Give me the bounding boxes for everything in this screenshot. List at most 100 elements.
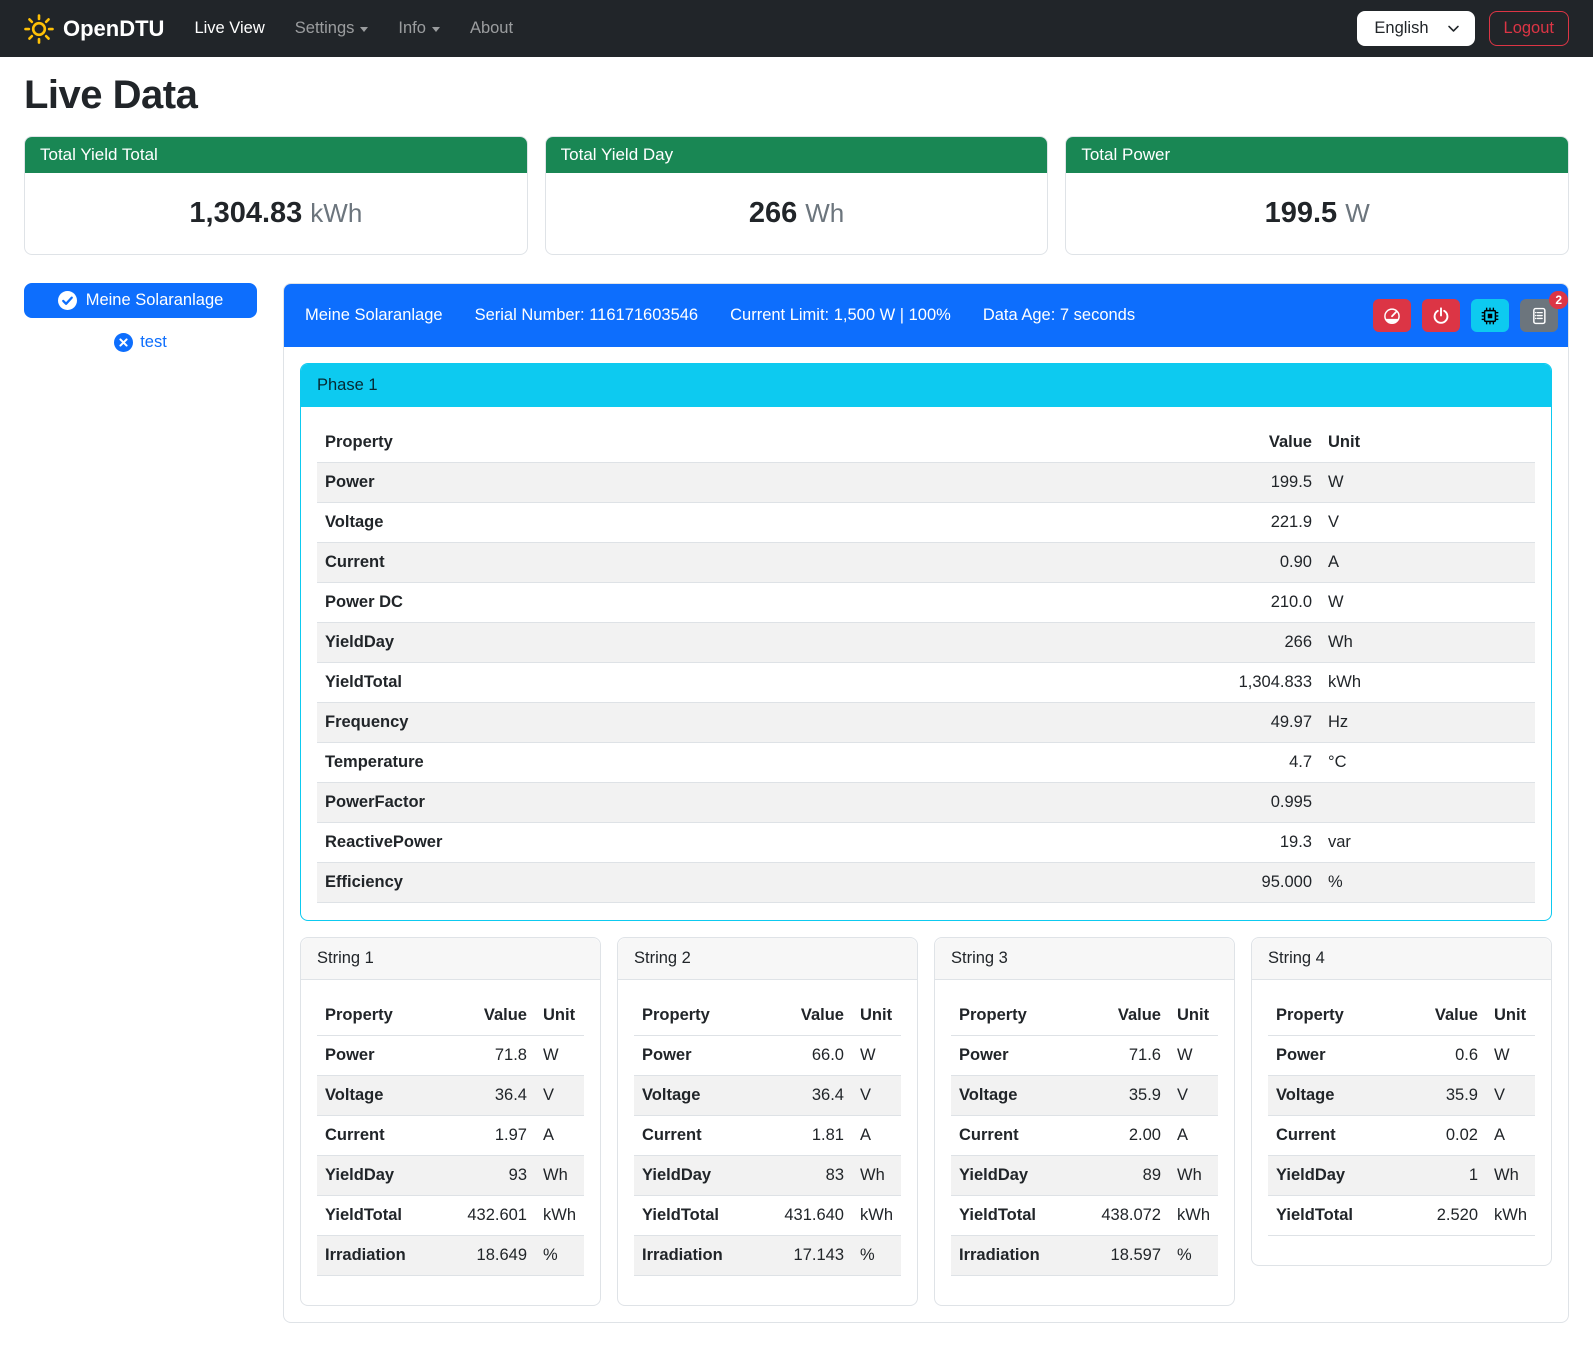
property-cell: YieldDay — [317, 1156, 447, 1196]
table-row: Power DC210.0W — [317, 583, 1535, 623]
brand[interactable]: OpenDTU — [24, 14, 164, 44]
limit-settings-button[interactable] — [1373, 299, 1411, 332]
value-cell: 18.597 — [1081, 1236, 1169, 1276]
table-row: Voltage35.9V — [951, 1076, 1218, 1116]
table-row: PowerFactor0.995 — [317, 783, 1535, 823]
table-row: Voltage36.4V — [317, 1076, 584, 1116]
value-cell: 49.97 — [1225, 703, 1320, 743]
nav-item-info[interactable]: Info — [398, 19, 440, 38]
value-cell: 199.5 — [1225, 463, 1320, 503]
table-row: Irradiation18.597% — [951, 1236, 1218, 1276]
unit-cell: % — [852, 1236, 901, 1276]
nav-item-about[interactable]: About — [470, 19, 513, 38]
nav-item-settings[interactable]: Settings — [295, 19, 369, 38]
value-cell: 0.6 — [1398, 1036, 1486, 1076]
unit-cell: Wh — [535, 1156, 584, 1196]
table-row: Power0.6W — [1268, 1036, 1535, 1076]
nav-links: Live View Settings Info About — [194, 19, 513, 38]
unit-cell: W — [1169, 1036, 1218, 1076]
property-cell: Power DC — [317, 583, 1225, 623]
table-row: Frequency49.97Hz — [317, 703, 1535, 743]
property-cell: YieldTotal — [1268, 1196, 1398, 1236]
table-row: Voltage36.4V — [634, 1076, 901, 1116]
unit-cell: W — [852, 1036, 901, 1076]
unit-cell: V — [535, 1076, 584, 1116]
column-header-value: Value — [447, 996, 535, 1036]
summary-card-total-power: Total Power 199.5W — [1065, 136, 1569, 255]
value-cell: 1.81 — [764, 1116, 852, 1156]
string-card-4: String 4 Property Value Unit — [1251, 937, 1552, 1266]
property-cell: Voltage — [317, 503, 1225, 543]
table-row: Voltage35.9V — [1268, 1076, 1535, 1116]
device-info-button[interactable] — [1471, 299, 1509, 332]
table-row: Current0.02A — [1268, 1116, 1535, 1156]
value-cell: 35.9 — [1081, 1076, 1169, 1116]
language-select[interactable]: English — [1357, 11, 1474, 46]
sun-icon — [24, 14, 54, 44]
inverter-select-button[interactable]: Meine Solaranlage — [24, 283, 257, 318]
summary-unit: Wh — [805, 198, 844, 228]
property-cell: Current — [1268, 1116, 1398, 1156]
property-cell: YieldDay — [951, 1156, 1081, 1196]
unit-cell: % — [1169, 1236, 1218, 1276]
column-header-property: Property — [317, 996, 447, 1036]
property-cell: Current — [317, 543, 1225, 583]
unit-cell: V — [1486, 1076, 1535, 1116]
column-header-unit: Unit — [1320, 423, 1535, 463]
phase-card: Phase 1 Property Value Unit Power199.5WV… — [300, 363, 1552, 921]
inverter-serial: Serial Number: 116171603546 — [475, 306, 699, 325]
column-header-value: Value — [1081, 996, 1169, 1036]
table-row: Current1.97A — [317, 1116, 584, 1156]
unit-cell: % — [535, 1236, 584, 1276]
summary-card-total-yield-day: Total Yield Day 266Wh — [545, 136, 1049, 255]
table-row: YieldTotal431.640kWh — [634, 1196, 901, 1236]
value-cell: 432.601 — [447, 1196, 535, 1236]
property-cell: Power — [634, 1036, 764, 1076]
unit-cell: A — [1320, 543, 1535, 583]
event-log-button[interactable]: 2 — [1520, 299, 1558, 332]
unit-cell: W — [535, 1036, 584, 1076]
property-cell: Power — [317, 1036, 447, 1076]
value-cell: 35.9 — [1398, 1076, 1486, 1116]
logout-button[interactable]: Logout — [1489, 11, 1569, 46]
string-table: Property Value Unit Power71.8WVoltage36.… — [317, 996, 584, 1276]
column-header-unit: Unit — [1486, 996, 1535, 1036]
column-header-value: Value — [764, 996, 852, 1036]
table-row: YieldDay89Wh — [951, 1156, 1218, 1196]
table-row: Power199.5W — [317, 463, 1535, 503]
unit-cell — [1320, 783, 1535, 823]
summary-value: 266 — [749, 197, 797, 229]
power-button[interactable] — [1422, 299, 1460, 332]
unit-cell: kWh — [1169, 1196, 1218, 1236]
property-cell: Power — [317, 463, 1225, 503]
property-cell: ReactivePower — [317, 823, 1225, 863]
caret-down-icon — [360, 27, 368, 32]
navbar: OpenDTU Live View Settings Info About En… — [0, 0, 1593, 57]
value-cell: 210.0 — [1225, 583, 1320, 623]
table-row: YieldTotal432.601kWh — [317, 1196, 584, 1236]
column-header-property: Property — [1268, 996, 1398, 1036]
property-cell: Voltage — [317, 1076, 447, 1116]
summary-card-total-yield-total: Total Yield Total 1,304.83kWh — [24, 136, 528, 255]
property-cell: YieldDay — [1268, 1156, 1398, 1196]
table-row: YieldDay83Wh — [634, 1156, 901, 1196]
property-cell: Irradiation — [634, 1236, 764, 1276]
unit-cell: var — [1320, 823, 1535, 863]
table-row: Current0.90A — [317, 543, 1535, 583]
property-cell: Power — [951, 1036, 1081, 1076]
property-cell: Temperature — [317, 743, 1225, 783]
navbar-right: English Logout — [1357, 11, 1569, 46]
column-header-value: Value — [1225, 423, 1320, 463]
table-row: ReactivePower19.3var — [317, 823, 1535, 863]
column-header-property: Property — [951, 996, 1081, 1036]
inverter-header: Meine Solaranlage Serial Number: 1161716… — [284, 284, 1568, 347]
inverter-item-test[interactable]: test — [24, 333, 257, 352]
value-cell: 0.90 — [1225, 543, 1320, 583]
nav-item-live-view[interactable]: Live View — [194, 19, 264, 38]
event-count-badge: 2 — [1549, 291, 1568, 309]
string-title: String 4 — [1252, 938, 1551, 980]
journal-icon — [1530, 307, 1548, 325]
unit-cell: A — [535, 1116, 584, 1156]
chevron-down-icon — [1447, 22, 1460, 35]
property-cell: YieldTotal — [317, 1196, 447, 1236]
